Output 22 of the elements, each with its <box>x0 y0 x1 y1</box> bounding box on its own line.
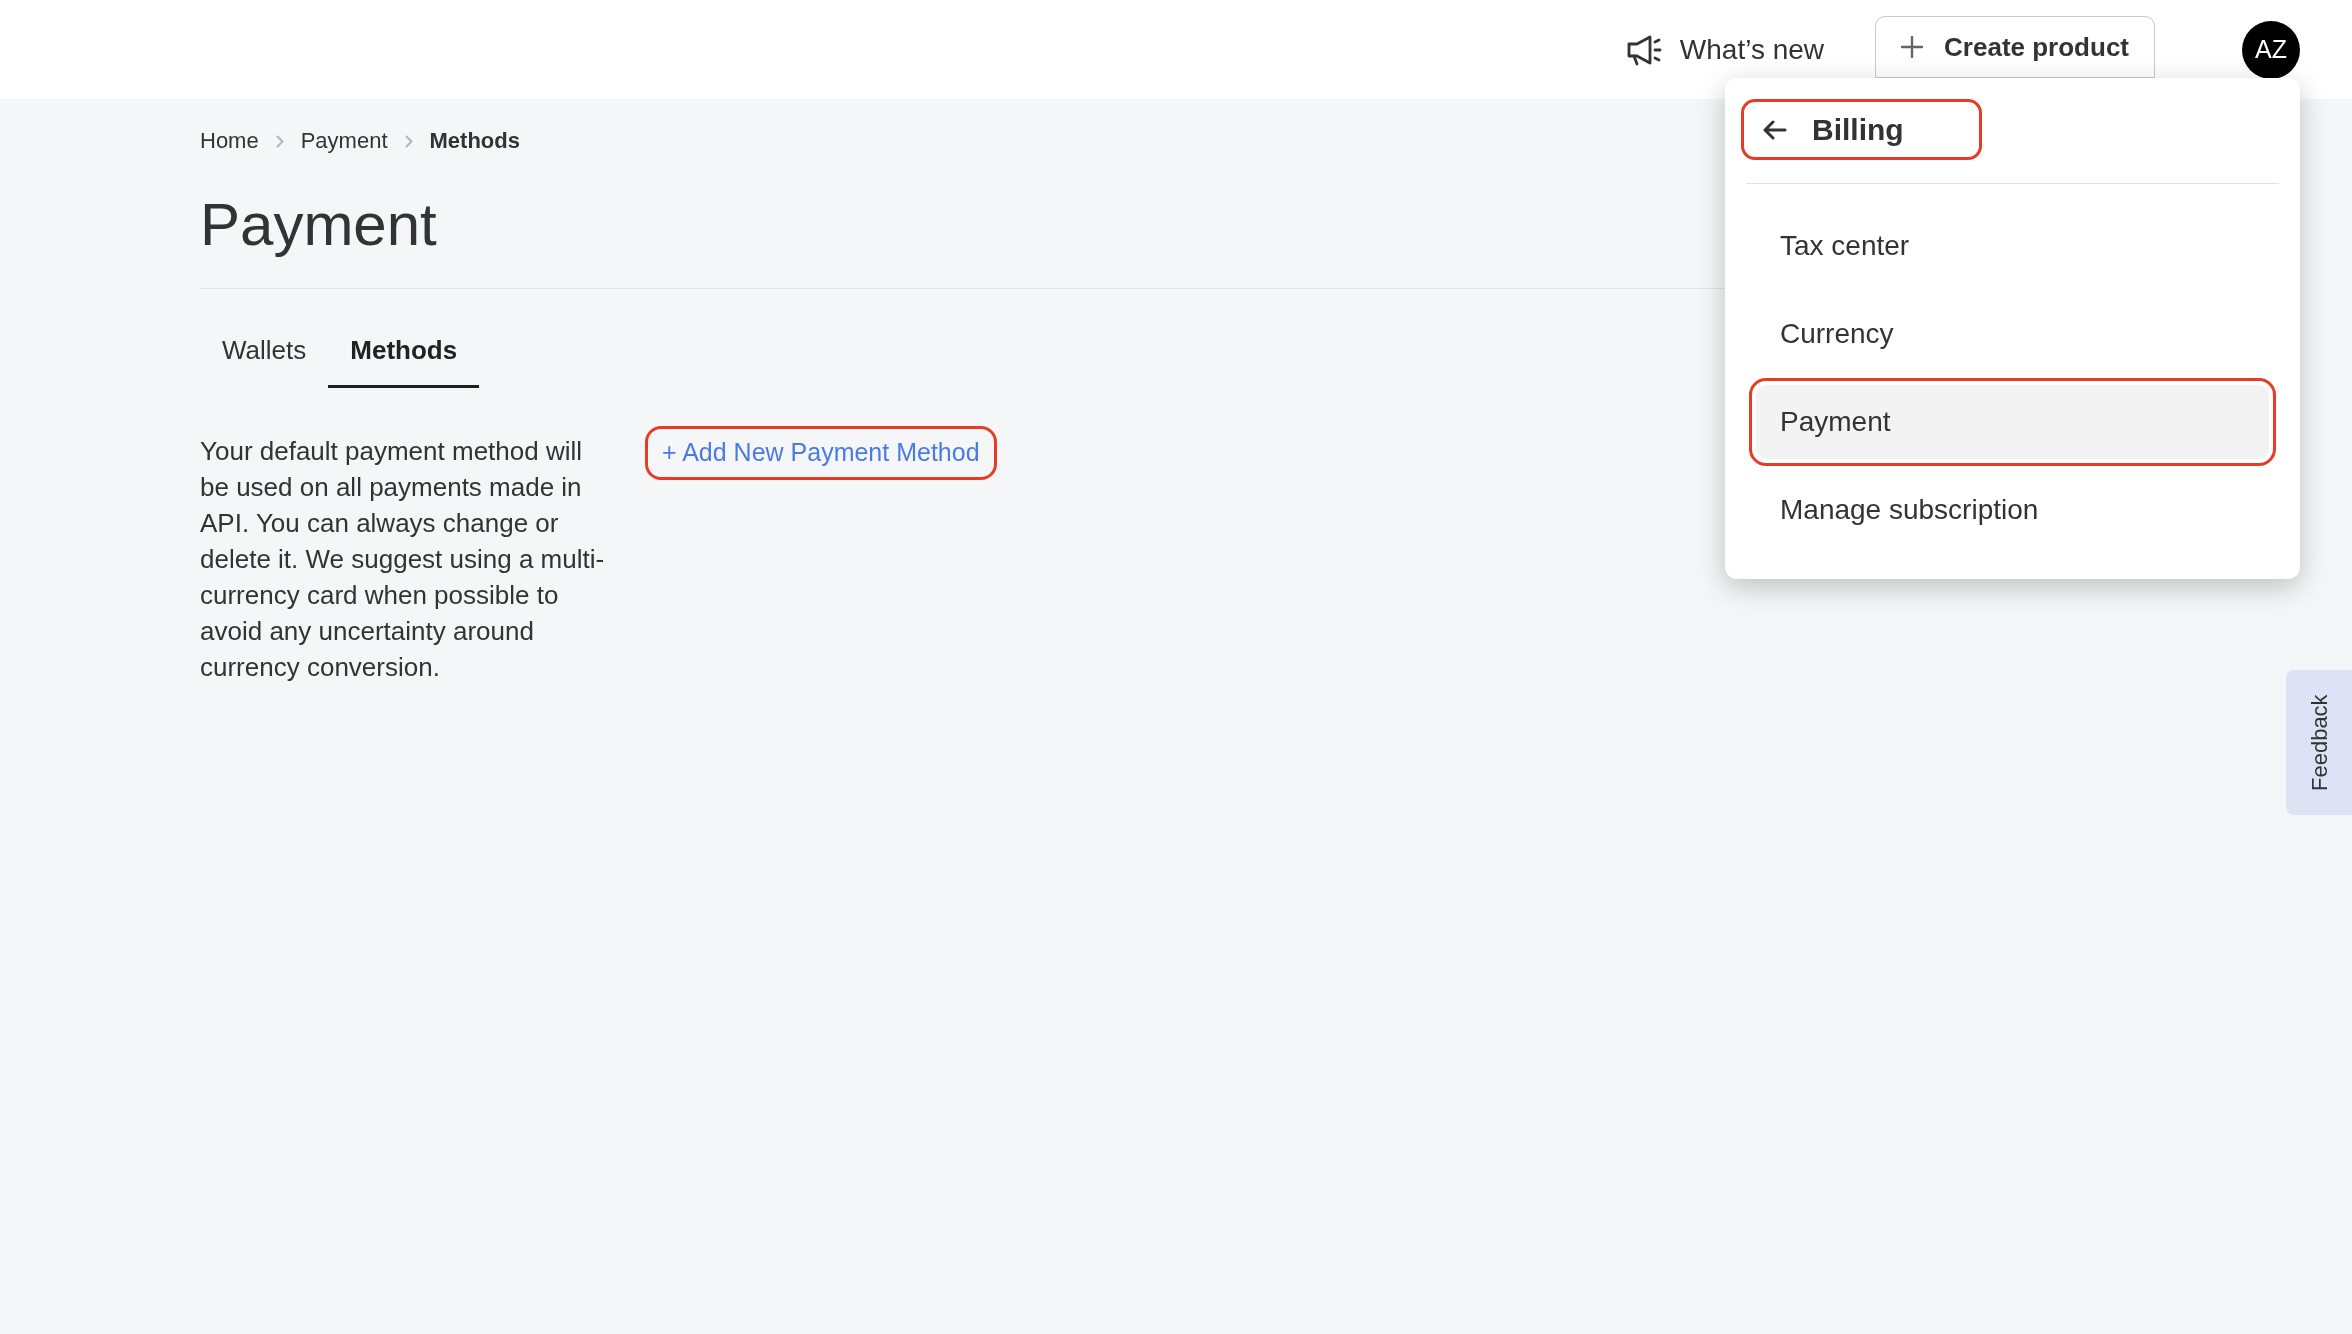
whats-new-button[interactable]: What’s new <box>1626 32 1825 67</box>
menu-item[interactable]: Currency <box>1756 297 2269 371</box>
page-title: Payment <box>200 190 437 260</box>
feedback-tab[interactable]: Feedback <box>2286 670 2352 815</box>
tab[interactable]: Methods <box>328 318 480 388</box>
megaphone-icon <box>1626 33 1663 66</box>
breadcrumb-link[interactable]: Home <box>200 128 259 154</box>
chevron-right-icon <box>404 134 413 148</box>
add-payment-method-link[interactable]: + Add New Payment Method <box>645 426 997 480</box>
arrow-left-icon <box>1763 119 1787 140</box>
tab[interactable]: Wallets <box>200 318 329 388</box>
create-product-button[interactable]: Create product <box>1875 16 2155 78</box>
menu-item[interactable]: Tax center <box>1756 209 2269 283</box>
breadcrumb-link[interactable]: Payment <box>300 128 388 154</box>
chevron-right-icon <box>275 134 284 148</box>
back-button[interactable]: Billing <box>1741 99 1982 160</box>
user-avatar[interactable]: AZ <box>2242 20 2300 79</box>
menu-item[interactable]: Manage subscription <box>1756 473 2269 547</box>
breadcrumb-current: Methods <box>429 128 520 154</box>
menu-item[interactable]: Payment <box>1756 385 2269 459</box>
plus-icon <box>1901 36 1924 58</box>
description-text: Your default payment method will be used on all payments made in API. You can always change or delete it. We suggest using a multi-currency card when possible to avoid any uncertainty around currency conversion. <box>200 435 606 684</box>
